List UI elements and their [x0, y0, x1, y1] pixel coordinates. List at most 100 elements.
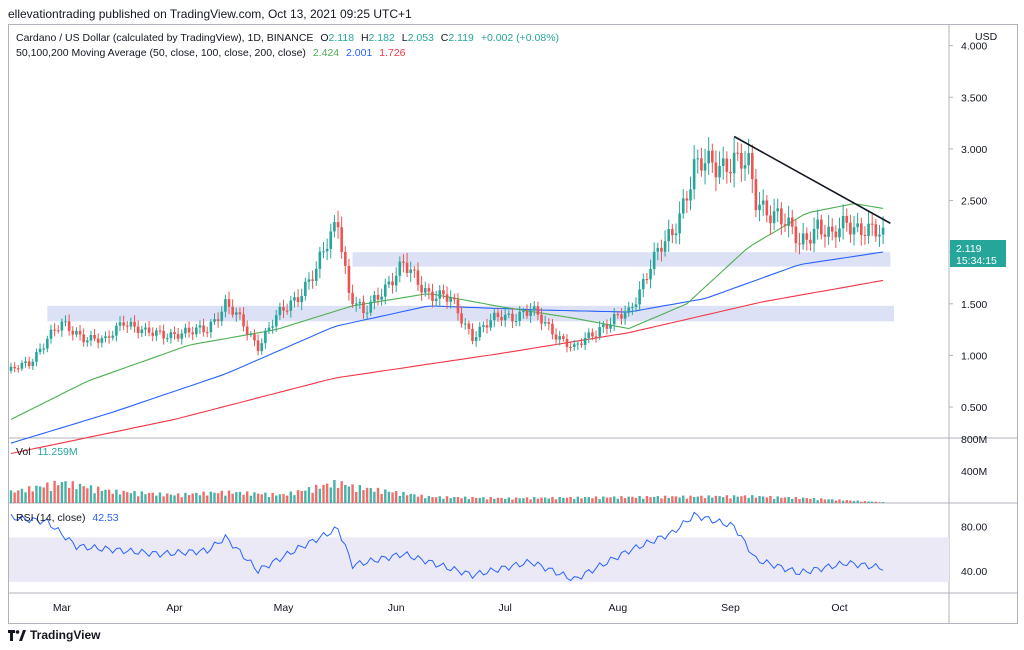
price-pane[interactable]	[9, 25, 949, 438]
candle-body	[812, 228, 816, 244]
rsi-group	[9, 511, 949, 582]
volume-bar	[529, 499, 532, 503]
volume-bar	[714, 495, 718, 503]
volume-bar	[569, 496, 572, 503]
candle-body	[431, 291, 434, 301]
volume-bar	[187, 495, 191, 503]
volume-bar	[787, 496, 790, 503]
volume-bar	[416, 496, 420, 503]
candle-body	[391, 281, 394, 286]
candle-body	[169, 332, 173, 339]
volume-bar	[329, 487, 332, 503]
volume-bar	[649, 497, 652, 503]
footer-brand-label: TradingView	[30, 628, 101, 642]
candle-body	[362, 301, 365, 314]
volume-bar	[540, 497, 543, 503]
rsi-tick-label: 80.00	[961, 521, 987, 533]
candle-body	[86, 340, 89, 343]
volume-axis-ticks: 800M 400M	[961, 434, 987, 478]
volume-bar	[442, 498, 445, 503]
volume-bar	[623, 498, 627, 503]
volume-bar	[758, 496, 761, 503]
volume-bar	[718, 496, 721, 503]
volume-bar	[20, 488, 24, 503]
candle-body	[591, 332, 594, 337]
candle-body	[580, 343, 583, 345]
candle-body	[274, 315, 278, 327]
volume-bar	[176, 493, 180, 503]
volume-bar	[242, 494, 245, 503]
volume-bar	[300, 490, 303, 503]
volume-bar	[780, 497, 783, 503]
volume-bar	[656, 496, 660, 503]
candle-body	[794, 226, 798, 244]
volume-bar	[667, 497, 670, 503]
candle-body	[100, 338, 104, 343]
volume-bar	[453, 496, 456, 503]
volume-bar	[711, 497, 714, 503]
volume-bar	[311, 492, 314, 503]
candle-body	[558, 336, 561, 340]
time-tick-label: Jun	[388, 602, 405, 614]
candle-body	[565, 339, 569, 348]
volume-bar	[805, 498, 808, 503]
volume-bar	[24, 492, 27, 503]
candle-body	[634, 304, 638, 307]
volume-bar	[271, 492, 274, 503]
volume-bar	[140, 491, 144, 503]
volume-bar	[464, 496, 467, 503]
volume-bar	[627, 496, 630, 503]
volume-bar	[409, 493, 412, 503]
candle-body	[191, 332, 194, 335]
volume-bar	[525, 497, 529, 503]
volume-bar	[682, 495, 685, 503]
volume-bar	[118, 494, 122, 503]
volume-bar	[71, 481, 74, 503]
volume-bar	[9, 490, 13, 503]
candle-body	[205, 332, 209, 334]
candle-body	[500, 317, 503, 321]
candle-body	[787, 217, 790, 226]
volume-bar	[387, 491, 391, 503]
candle-body	[64, 321, 67, 323]
candle-body	[253, 334, 256, 341]
volume-bar	[434, 497, 438, 503]
volume-bar	[671, 496, 674, 503]
candle-body	[830, 226, 834, 232]
volume-bar	[173, 495, 176, 503]
candle-body	[856, 223, 859, 228]
volume-bar	[732, 495, 736, 503]
candle-body	[834, 231, 838, 238]
volume-bar	[834, 500, 838, 503]
volume-bar	[841, 500, 845, 503]
volume-bar	[46, 482, 49, 503]
volume-bar	[238, 491, 242, 503]
candle-body	[416, 270, 420, 285]
volume-bar	[191, 493, 194, 503]
volume-bar	[703, 498, 707, 503]
volume-bar	[224, 495, 227, 503]
volume-bar	[340, 481, 343, 503]
footer-brand[interactable]: TradingView	[8, 628, 100, 642]
volume-bar	[507, 497, 511, 503]
candle-body	[238, 312, 242, 315]
volume-bar	[344, 484, 347, 503]
candle-body	[271, 326, 274, 328]
candle-body	[703, 163, 707, 171]
candle-body	[492, 312, 496, 321]
volume-bar	[743, 495, 747, 503]
candle-body	[136, 326, 140, 334]
volume-bar	[424, 498, 427, 503]
candle-body	[56, 330, 60, 332]
volume-bar	[158, 492, 162, 503]
volume-bar	[42, 487, 45, 503]
candle-body	[293, 297, 296, 301]
candle-body	[405, 262, 409, 273]
volume-bar	[220, 490, 223, 503]
volume-bar	[878, 502, 881, 503]
volume-bar	[184, 492, 187, 503]
candle-body	[49, 329, 53, 339]
volume-bar	[696, 496, 699, 503]
candle-body	[438, 290, 442, 299]
candle-body	[674, 233, 678, 236]
